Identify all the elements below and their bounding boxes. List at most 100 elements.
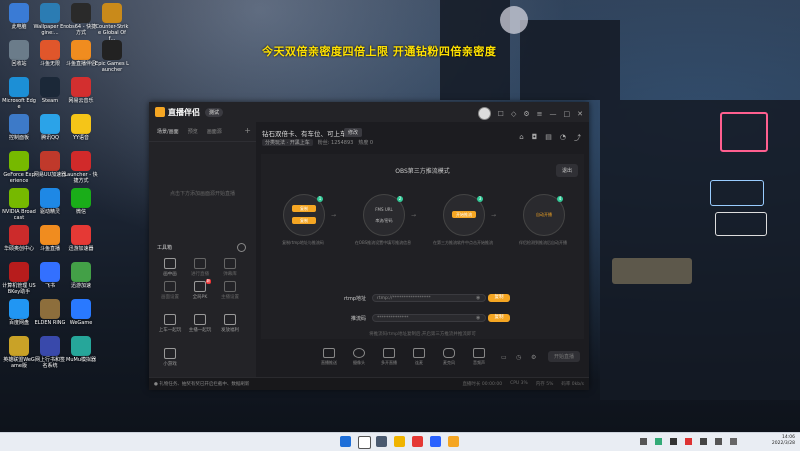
rtmp-field[interactable]: rtmp://***************** (372, 294, 486, 302)
desktop-icon[interactable]: 回收站 (2, 40, 36, 67)
tool-item[interactable]: 画面设置 (156, 281, 184, 300)
desktop-icon[interactable]: Steam (33, 77, 67, 104)
settings-icon[interactable]: ⚙ (523, 110, 529, 118)
tool-item[interactable]: 上车一起玩 (156, 314, 184, 333)
edit-title-button[interactable]: 修改 (344, 128, 363, 137)
tab-scene[interactable]: 场景/画面 (157, 128, 179, 135)
search-icon[interactable] (358, 436, 371, 449)
tool-item[interactable]: 进行直播 (186, 258, 214, 277)
minimize-icon[interactable]: — (550, 110, 557, 118)
copy-key-button[interactable]: 复制 (292, 217, 316, 224)
desktop-icon[interactable]: obs64 - 快捷方式 (64, 3, 98, 36)
file-explorer-icon[interactable] (394, 436, 405, 447)
desktop-icon[interactable]: WeGame (64, 299, 98, 326)
copy-key-button[interactable]: 复制 (488, 314, 510, 322)
menu-icon[interactable]: ≡ (537, 110, 543, 118)
desktop-icon[interactable]: Wallpaper Engine:... (33, 3, 67, 36)
desktop-icon[interactable]: 控制面板 (2, 114, 36, 141)
eye-icon[interactable]: ◉ (476, 315, 480, 321)
copy-rtmp-button[interactable]: 复制 (292, 205, 316, 212)
desktop-icon[interactable]: 网上行书和签名系统 (33, 336, 67, 369)
audio-tool[interactable]: 音频声 (467, 348, 491, 366)
desktop-icon[interactable]: 驱动精灵 (33, 188, 67, 215)
tab-preview[interactable]: 预览 (188, 128, 198, 135)
tray-icon[interactable] (655, 438, 662, 445)
category-chip[interactable]: 分类玩法 · 开黑上车 (262, 139, 313, 146)
stream-key-field[interactable]: ************** (372, 314, 486, 322)
push-tool[interactable]: 直播推送 (317, 348, 341, 366)
desktop-icon[interactable]: 斗鱼直播 (33, 225, 67, 252)
desktop-icon[interactable]: 飞书 (33, 262, 67, 289)
tool-item[interactable]: 小游戏 (156, 348, 184, 367)
tool-icon (224, 314, 236, 325)
desktop-icon[interactable]: 迅游加速器 (64, 225, 98, 252)
tool-icon (164, 258, 176, 269)
close-icon[interactable]: ✕ (577, 110, 583, 118)
toolbox-collapse-icon[interactable] (237, 243, 246, 252)
mic-tool[interactable]: 麦克风 (437, 348, 461, 366)
desktop-icon[interactable]: 百度网盘 (2, 299, 36, 326)
desktop-icon[interactable]: GeForce Experience (2, 151, 36, 184)
message-icon[interactable]: ☐ (498, 110, 504, 118)
start-push-button[interactable]: 开始推流 (452, 211, 476, 218)
skin-icon[interactable]: ◇ (511, 110, 516, 118)
lock-icon[interactable]: ◘ (532, 133, 538, 143)
desktop-icon[interactable]: 迅游加速 (64, 262, 98, 289)
record-icon[interactable]: ▭ (501, 354, 507, 361)
record-icon[interactable]: ▤ (545, 133, 552, 143)
link-mic-tool[interactable]: 连麦 (407, 348, 431, 366)
timer-icon[interactable]: ◷ (516, 354, 521, 361)
desktop-icon[interactable]: Microsoft Edge (2, 77, 36, 110)
camera-tool[interactable]: 摄像头 (347, 348, 371, 366)
app-icon[interactable] (430, 436, 441, 447)
settings-icon[interactable]: ⚙ (531, 354, 536, 361)
clock[interactable]: 14:06 2022/3/28 (772, 435, 795, 447)
add-scene-icon[interactable]: + (244, 126, 251, 135)
desktop-icon[interactable]: Launcher - 快捷方式 (64, 151, 98, 184)
start-icon[interactable] (340, 436, 351, 447)
desktop-icon[interactable]: Epic Games Launcher (95, 40, 129, 73)
desktop-icon[interactable]: 斗鱼直播伴侣 (64, 40, 98, 67)
tray-icon[interactable] (685, 438, 692, 445)
tool-item[interactable]: 弹幕库 (216, 258, 244, 277)
desktop-icon[interactable]: 腾讯QQ (33, 114, 67, 141)
building (520, 20, 620, 100)
tray-icon[interactable] (640, 438, 647, 445)
desktop-icon[interactable]: MuMu模拟器 (64, 336, 98, 363)
tool-item[interactable]: 主播一起玩 (186, 314, 214, 333)
tool-item[interactable]: 发放福利 (216, 314, 244, 333)
bell-icon[interactable]: ◔ (560, 133, 566, 143)
maximize-icon[interactable]: □ (564, 110, 571, 118)
desktop-icon[interactable]: Counter-Strike Global Off... (95, 3, 129, 42)
exit-obs-button[interactable]: 退出 (555, 164, 578, 177)
desktop-icon[interactable]: 此电脑 (2, 3, 36, 30)
eye-icon[interactable]: ◉ (476, 295, 480, 301)
desktop-icon[interactable]: 英雄联盟WeGame版 (2, 336, 36, 369)
desktop-icon[interactable]: YY语音 (64, 114, 98, 141)
tab-source[interactable]: 画面源 (207, 128, 222, 135)
desktop-icon[interactable]: 网易UU加速器 (33, 151, 67, 178)
desktop-icon[interactable]: NVIDIA Broadcast (2, 188, 36, 221)
desktop-icon[interactable]: 网易云音乐 (64, 77, 98, 104)
desktop-icon[interactable]: 华硕奥创中心 (2, 225, 36, 252)
gift-icon[interactable]: ⌂ (519, 133, 523, 143)
multi-live-tool[interactable]: 多开直播 (377, 348, 401, 366)
share-icon[interactable]: ⤴ (574, 133, 581, 143)
tool-item[interactable]: 新全局PK (186, 279, 214, 300)
tray-icon[interactable] (670, 438, 677, 445)
volume-icon[interactable] (715, 438, 722, 445)
start-live-button[interactable]: 开始直播 (547, 351, 580, 362)
tool-item[interactable]: 画中画 (156, 258, 184, 277)
task-view-icon[interactable] (376, 436, 387, 447)
avatar[interactable] (477, 107, 491, 120)
copy-rtmp-button[interactable]: 复制 (488, 294, 510, 302)
battery-icon[interactable] (730, 438, 737, 445)
network-icon[interactable] (700, 438, 707, 445)
desktop-icon[interactable]: ELDEN RING (33, 299, 67, 326)
tool-item[interactable]: 主播设置 (216, 281, 244, 300)
desktop-icon[interactable]: 微信 (64, 188, 98, 215)
app-icon[interactable] (412, 436, 423, 447)
desktop-icon[interactable]: 斗鱼无限 (33, 40, 67, 67)
desktop-icon[interactable]: 计算机管理 USBKey助手 (2, 262, 36, 295)
live-assistant-icon[interactable] (448, 436, 459, 447)
